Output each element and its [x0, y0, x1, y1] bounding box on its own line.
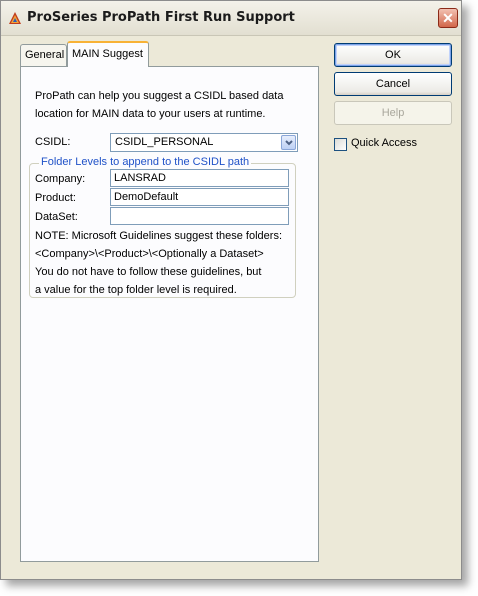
- intro-text: ProPath can help you suggest a CSIDL bas…: [35, 90, 284, 120]
- csidl-dropdown[interactable]: CSIDL_PERSONAL: [110, 133, 298, 152]
- chevron-down-icon: [285, 140, 293, 146]
- company-label: Company:: [35, 173, 86, 185]
- quick-access-checkbox[interactable]: [334, 138, 347, 151]
- dialog-window: ProSeries ProPath First Run Support ✕ Ge…: [0, 0, 462, 580]
- cancel-button[interactable]: Cancel: [334, 72, 452, 96]
- close-icon: ✕: [442, 10, 454, 26]
- guidelines-note: NOTE: Microsoft Guidelines suggest these…: [35, 227, 295, 299]
- note-line-3: You do not have to follow these guidelin…: [35, 266, 262, 278]
- title-bar[interactable]: ProSeries ProPath First Run Support ✕: [1, 1, 461, 36]
- dataset-label: DataSet:: [35, 211, 78, 223]
- product-label: Product:: [35, 192, 76, 204]
- folder-levels-group-title: Folder Levels to append to the CSIDL pat…: [39, 156, 252, 168]
- csidl-label: CSIDL:: [35, 136, 71, 148]
- product-field-box: [110, 188, 289, 206]
- product-input[interactable]: [114, 190, 284, 204]
- window-title: ProSeries ProPath First Run Support: [27, 10, 295, 25]
- tab-general[interactable]: General: [20, 44, 67, 66]
- note-line-2: <Company>\<Product>\<Optionally a Datase…: [35, 248, 264, 260]
- app-logo-icon: [9, 12, 21, 24]
- company-field-box: [110, 169, 289, 187]
- tab-general-label: General: [25, 49, 65, 61]
- note-line-1: NOTE: Microsoft Guidelines suggest these…: [35, 230, 282, 242]
- close-button[interactable]: ✕: [438, 8, 458, 28]
- company-input[interactable]: [114, 171, 284, 185]
- tab-main-suggest-label: MAIN Suggest: [72, 48, 143, 60]
- csidl-selected-value: CSIDL_PERSONAL: [115, 136, 214, 148]
- note-line-4: a value for the top folder level is requ…: [35, 284, 237, 296]
- dataset-field-box: [110, 207, 289, 225]
- csidl-dropdown-button[interactable]: [281, 135, 296, 150]
- dataset-input[interactable]: [114, 209, 284, 223]
- help-button[interactable]: Help: [334, 101, 452, 125]
- quick-access-label[interactable]: Quick Access: [351, 137, 417, 149]
- tab-panel-main-suggest: ProPath can help you suggest a CSIDL bas…: [20, 66, 319, 562]
- tab-main-suggest[interactable]: MAIN Suggest: [67, 41, 149, 67]
- ok-button[interactable]: OK: [334, 43, 452, 67]
